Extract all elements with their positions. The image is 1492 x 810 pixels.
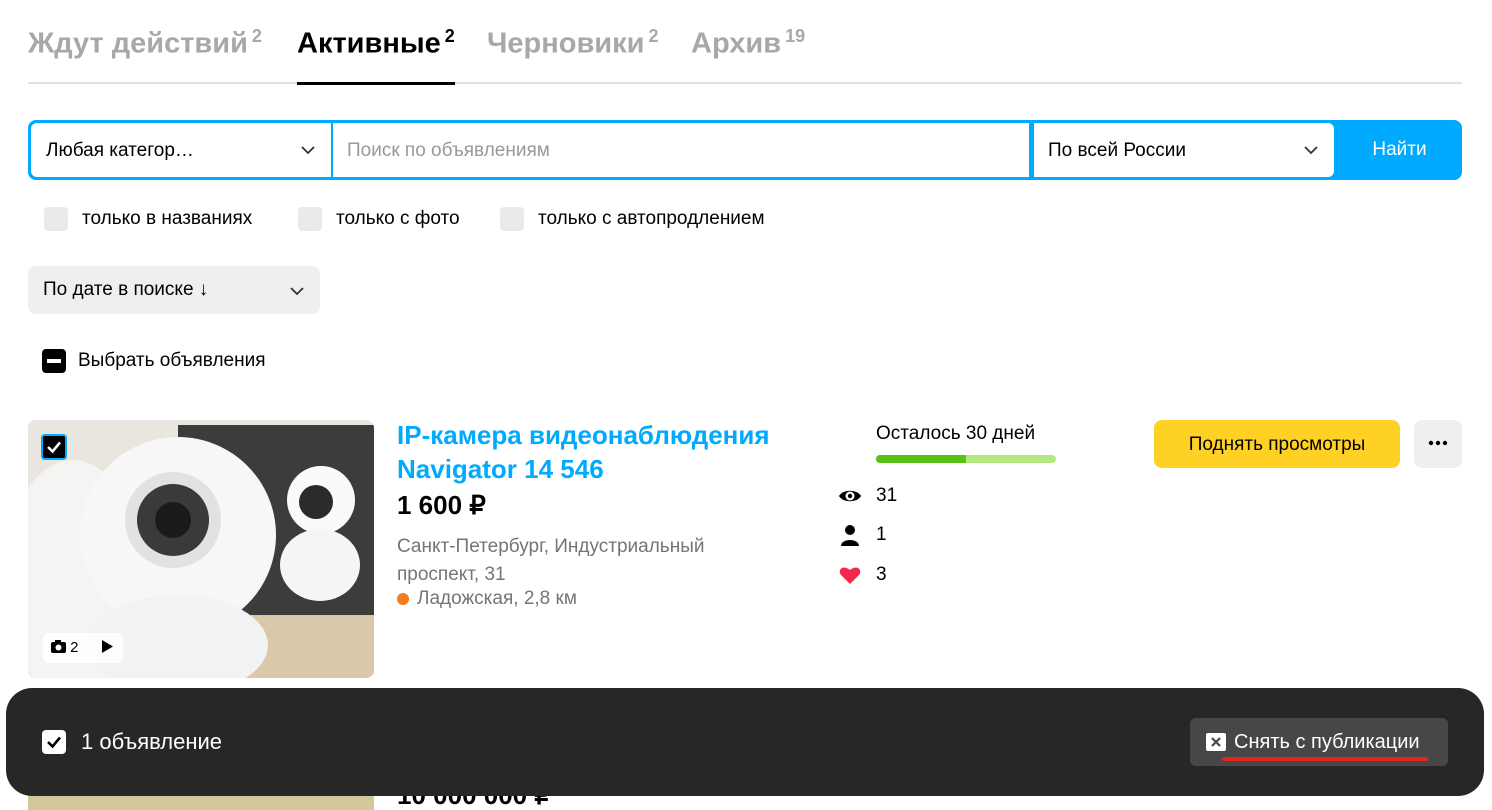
tab-archive[interactable]: Архив 19 — [691, 26, 805, 84]
contacts-count: 1 — [876, 524, 887, 545]
more-actions-button[interactable] — [1414, 420, 1462, 468]
listing-price: 1 600 ₽ — [397, 490, 486, 520]
checkbox[interactable] — [500, 207, 524, 231]
person-icon — [841, 525, 859, 546]
check-icon — [47, 441, 61, 454]
region-value: По всей России — [1048, 140, 1186, 161]
listing-address: Санкт-Петербург, Индустриальный проспект… — [397, 536, 705, 585]
filter-titles-only[interactable]: только в названиях — [44, 207, 252, 231]
tab-drafts[interactable]: Черновики 2 — [487, 26, 658, 84]
checkbox[interactable] — [298, 207, 322, 231]
filter-label: только с автопродлением — [538, 208, 765, 229]
views-count: 31 — [876, 485, 898, 506]
tab-count: 2 — [648, 26, 659, 46]
chevron-down-icon — [1304, 146, 1318, 155]
tab-count: 2 — [251, 26, 262, 46]
chevron-down-icon — [301, 146, 315, 155]
tab-awaiting-action[interactable]: Ждут действий 2 — [28, 26, 262, 84]
check-icon — [47, 736, 61, 749]
select-all-toggle[interactable]: Выбрать объявления — [42, 349, 266, 375]
filter-label: только с фото — [336, 208, 460, 229]
category-select[interactable]: Любая категор… — [31, 123, 331, 177]
camera-icon — [51, 640, 66, 653]
tab-label: Архив — [691, 27, 782, 60]
views-stat: 31 — [838, 484, 897, 510]
tab-count: 19 — [785, 26, 806, 46]
eye-icon — [839, 490, 861, 502]
search-bar: Любая категор… Поиск по объявлениям По в… — [28, 120, 1462, 180]
more-icon — [1428, 440, 1448, 446]
filter-with-photo[interactable]: только с фото — [298, 207, 460, 231]
metro-line-icon — [397, 592, 409, 605]
favorites-stat: 3 — [838, 563, 887, 589]
chevron-down-icon — [290, 287, 304, 296]
heart-icon — [839, 567, 861, 584]
play-icon — [101, 640, 113, 653]
status-tabs: Ждут действий 2 Активные 2 Черновики 2 Архи… — [28, 26, 1462, 85]
tab-count: 2 — [444, 26, 455, 46]
sort-value: По дате в поиске ↓ — [43, 279, 209, 300]
days-progress-fill — [876, 455, 966, 463]
select-all-checkbox[interactable] — [42, 349, 66, 373]
photo-meta: 2 — [43, 633, 123, 663]
tab-label: Активные — [297, 27, 441, 60]
category-value: Любая категор… — [46, 140, 194, 161]
boost-views-button[interactable]: Поднять просмотры — [1154, 420, 1400, 468]
selection-action-bar: 1 объявление Снять с публикации — [6, 688, 1484, 796]
highlight-underline — [1222, 757, 1428, 761]
search-button[interactable]: Найти — [1337, 120, 1462, 180]
search-input[interactable]: Поиск по объявлениям — [333, 123, 1029, 177]
listing-title[interactable]: IP-камера видеонаблюдения Navigator 14 5… — [397, 418, 817, 486]
selection-checkbox[interactable] — [42, 730, 66, 754]
days-left: Осталось 30 дней — [876, 423, 1036, 444]
contacts-stat: 1 — [838, 523, 887, 549]
filter-autorenew[interactable]: только с автопродлением — [500, 207, 765, 231]
sort-select[interactable]: По дате в поиске ↓ — [28, 266, 320, 314]
metro-label: Ладожская, 2,8 км — [417, 588, 577, 609]
select-all-label: Выбрать объявления — [78, 350, 266, 371]
unpublish-label: Снять с публикации — [1234, 731, 1420, 753]
selection-count: 1 объявление — [81, 729, 223, 754]
tab-label: Ждут действий — [28, 27, 248, 60]
region-select[interactable]: По всей России — [1034, 123, 1334, 177]
tab-label: Черновики — [487, 27, 645, 60]
checkbox[interactable] — [44, 207, 68, 231]
favorites-count: 3 — [876, 564, 887, 585]
unpublish-icon — [1206, 733, 1226, 751]
filter-label: только в названиях — [82, 208, 253, 229]
tab-active[interactable]: Активные 2 — [297, 26, 455, 85]
listing-checkbox[interactable] — [41, 434, 67, 460]
listing-metro: Ладожская, 2,8 км — [397, 588, 577, 610]
days-progress-bar — [876, 455, 1056, 463]
photo-count: 2 — [70, 639, 79, 656]
